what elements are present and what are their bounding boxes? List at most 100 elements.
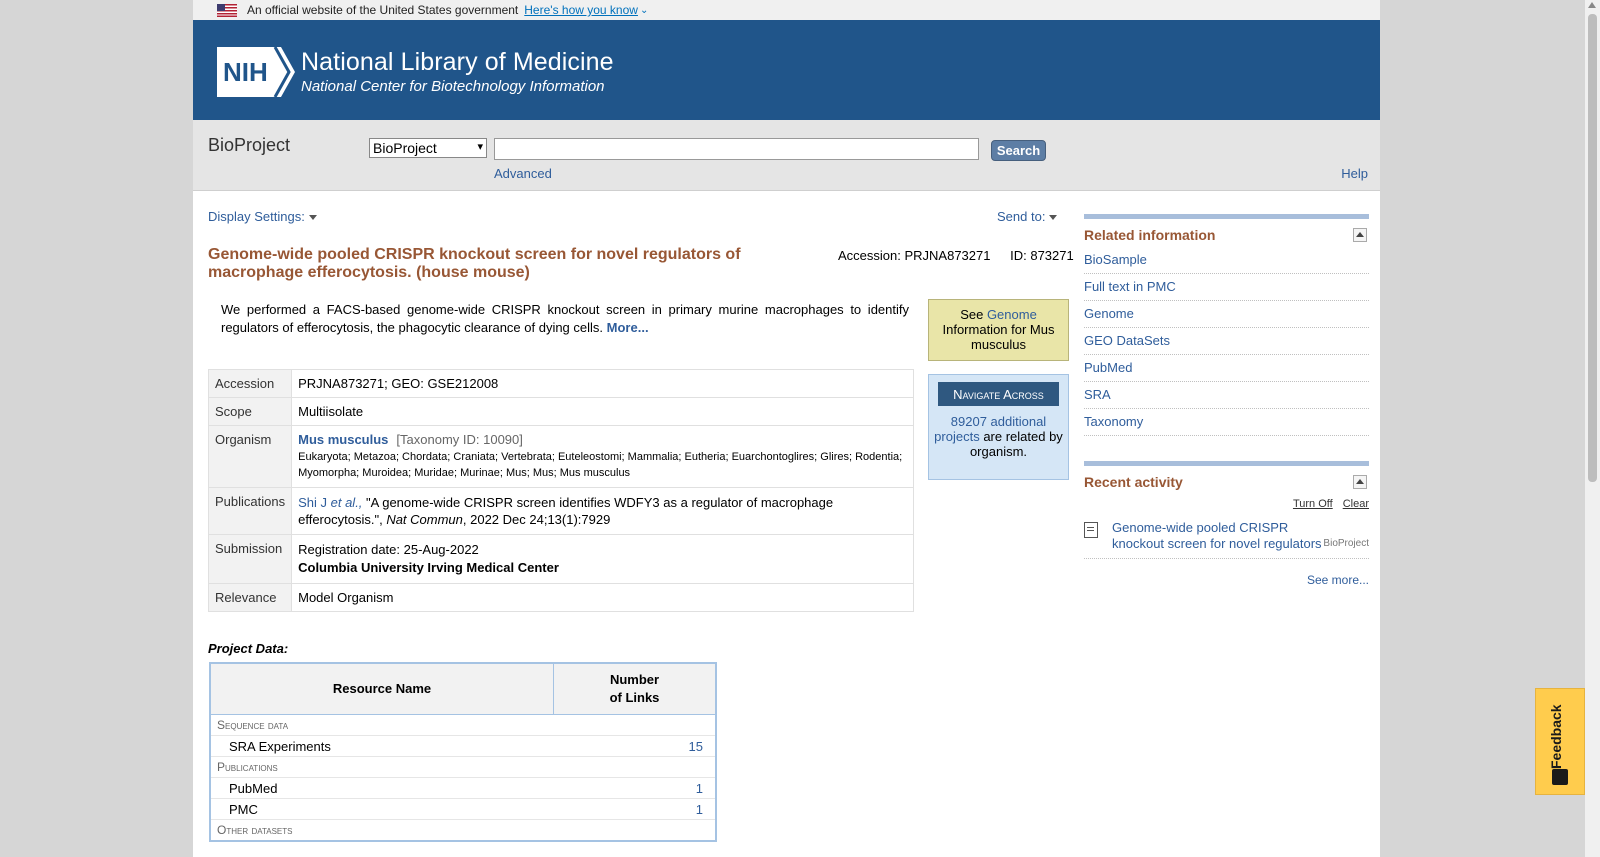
table-row: PubMed 1: [210, 777, 716, 799]
genome-box-rest: Information for Mus musculus: [942, 322, 1055, 352]
turn-off-link[interactable]: Turn Off: [1293, 498, 1333, 510]
related-links: BioSample Full text in PMC Genome GEO Da…: [1084, 247, 1369, 436]
accession-id-line: Accession: PRJNA873271 ID: 873271: [838, 248, 1074, 263]
scroll-up-arrow-icon[interactable]: [1588, 2, 1596, 8]
relevance-value: Model Organism: [291, 583, 914, 612]
ncbi-subtitle[interactable]: National Center for Biotechnology Inform…: [301, 78, 605, 95]
submission-row-label: Submission: [207, 534, 293, 584]
related-information-header: Related information: [1084, 227, 1369, 243]
related-item-geo-datasets[interactable]: GEO DataSets: [1084, 328, 1369, 355]
vertical-scrollbar[interactable]: [1585, 0, 1600, 857]
related-item-label: GEO DataSets: [1084, 333, 1170, 348]
record-description: We performed a FACS-based genome-wide CR…: [221, 301, 909, 337]
number-of-links-header: Number of Links: [553, 662, 717, 715]
see-genome-box: See Genome Information for Mus musculus: [928, 299, 1069, 361]
collapse-icon[interactable]: [1353, 475, 1367, 489]
database-title[interactable]: BioProject: [208, 135, 290, 156]
category-other-datasets: Other datasets: [210, 819, 716, 842]
recent-item-title[interactable]: Genome-wide pooled CRISPR knockout scree…: [1112, 520, 1322, 552]
table-row: Publications: [210, 756, 716, 778]
nlm-header: NIH National Library of Medicine Nationa…: [193, 20, 1380, 120]
recent-activity-panel: Recent activity Turn Off Clear Genome-wid…: [1084, 461, 1369, 587]
search-input[interactable]: [494, 138, 979, 160]
table-row: Accession PRJNA873271; GEO: GSE212008: [207, 369, 914, 398]
page: An official website of the United States…: [193, 0, 1380, 857]
accession-row-label: Accession: [207, 369, 293, 398]
resource-pubmed: PubMed: [210, 777, 554, 799]
clear-link[interactable]: Clear: [1343, 498, 1369, 510]
table-row: Sequence data: [210, 714, 716, 736]
publication-authors-link[interactable]: Shi J et al.,: [298, 495, 362, 510]
more-link[interactable]: More...: [607, 320, 649, 335]
recent-activity-heading: Recent activity: [1084, 474, 1183, 490]
search-button[interactable]: Search: [991, 140, 1046, 161]
related-item-label: BioSample: [1084, 252, 1147, 267]
organism-cell: Mus musculus [Taxonomy ID: 10090] Eukaryo…: [291, 425, 914, 488]
document-icon: [1084, 522, 1098, 538]
panel-divider: [1084, 461, 1369, 466]
navigate-across-heading: Navigate Across: [938, 382, 1059, 406]
nih-logo[interactable]: NIH: [217, 47, 295, 97]
send-to-label: Send to:: [997, 209, 1046, 224]
link-count: 15: [553, 735, 716, 757]
related-item-label: Genome: [1084, 306, 1134, 321]
nih-logo-text: NIH: [223, 57, 268, 87]
scope-row-label: Scope: [207, 397, 293, 426]
display-settings-menu[interactable]: Display Settings:: [208, 209, 317, 224]
caret-down-icon: [308, 215, 317, 221]
table-row: Relevance Model Organism: [207, 583, 914, 612]
pmc-count-link[interactable]: 1: [696, 802, 703, 817]
related-item-genome[interactable]: Genome: [1084, 301, 1369, 328]
database-select-value: BioProject: [373, 140, 437, 156]
recent-item-database: BioProject: [1323, 538, 1369, 549]
related-item-taxonomy[interactable]: Taxonomy: [1084, 409, 1369, 436]
related-item-pubmed[interactable]: PubMed: [1084, 355, 1369, 382]
related-item-label: Full text in PMC: [1084, 279, 1176, 294]
publication-cell: Shi J et al., "A genome-wide CRISPR scre…: [291, 487, 914, 535]
advanced-link[interactable]: Advanced: [494, 166, 552, 181]
feedback-button[interactable]: Feedback: [1535, 688, 1585, 795]
feedback-label: Feedback: [1548, 704, 1564, 769]
database-select[interactable]: BioProject ▾: [369, 138, 487, 158]
nlm-title[interactable]: National Library of Medicine: [301, 48, 614, 77]
accession-label: Accession: PRJNA873271: [838, 248, 991, 263]
table-header-row: Resource Name Number of Links: [209, 662, 717, 715]
table-row: PMC 1: [210, 798, 716, 820]
record-title: Genome-wide pooled CRISPR knockout scree…: [208, 246, 741, 281]
number-of-links-line2: of Links: [609, 690, 660, 705]
related-item-sra[interactable]: SRA: [1084, 382, 1369, 409]
collapse-icon[interactable]: [1353, 228, 1367, 242]
genome-link[interactable]: Genome: [987, 307, 1037, 322]
scrollbar-thumb[interactable]: [1588, 14, 1597, 482]
publication-etal: et al.,: [330, 495, 363, 510]
link-count: 1: [553, 798, 716, 820]
category-sequence-data: Sequence data: [210, 714, 716, 736]
table-row: Organism Mus musculus [Taxonomy ID: 10090…: [207, 425, 914, 488]
sra-experiments-count-link[interactable]: 15: [689, 739, 703, 754]
recent-activity-controls: Turn Off Clear: [1084, 498, 1369, 510]
submitter-institution: Columbia University Irving Medical Cente…: [298, 560, 559, 575]
caret-down-icon: [1049, 215, 1058, 221]
recent-activity-item[interactable]: Genome-wide pooled CRISPR knockout scree…: [1084, 520, 1369, 559]
related-item-label: SRA: [1084, 387, 1111, 402]
search-bar: BioProject BioProject ▾ Search Advanced …: [193, 120, 1380, 191]
feedback-icon: [1552, 769, 1568, 785]
chevron-down-icon[interactable]: ⌄: [640, 5, 648, 16]
related-information-panel: Related information BioSample Full text …: [1084, 214, 1369, 436]
relevance-row-label: Relevance: [207, 583, 293, 612]
heres-how-you-know-link[interactable]: Here's how you know: [524, 3, 638, 17]
project-data-table: Resource Name Number of Links Sequence d…: [209, 662, 717, 842]
gov-banner: An official website of the United States…: [193, 0, 1380, 20]
related-item-pmc[interactable]: Full text in PMC: [1084, 274, 1369, 301]
related-item-biosample[interactable]: BioSample: [1084, 247, 1369, 274]
organism-link[interactable]: Mus musculus: [298, 432, 388, 447]
send-to-menu[interactable]: Send to:: [997, 209, 1058, 224]
organism-row-label: Organism: [207, 425, 293, 488]
pubmed-count-link[interactable]: 1: [696, 781, 703, 796]
help-link[interactable]: Help: [1341, 166, 1368, 181]
see-more-link[interactable]: See more...: [1307, 573, 1369, 587]
registration-date: Registration date: 25-Aug-2022: [298, 542, 479, 557]
navigate-across-rest: are related by organism.: [969, 429, 1063, 459]
details-table: Accession PRJNA873271; GEO: GSE212008 Sc…: [207, 369, 914, 612]
related-information-heading: Related information: [1084, 227, 1216, 243]
